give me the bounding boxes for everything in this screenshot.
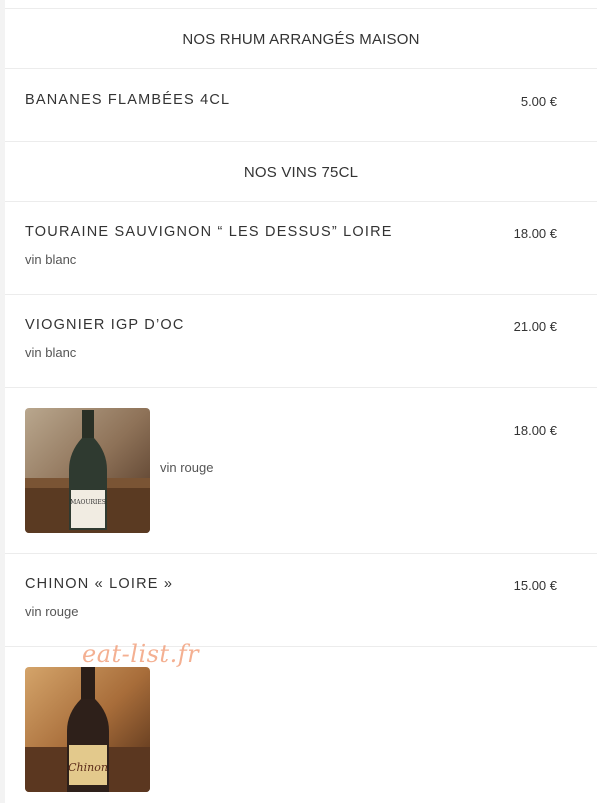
bottle-label-text: MAOURIES: [70, 499, 106, 506]
item-name: CHINON « LOIRE »: [25, 576, 174, 592]
wine-bottle-maouries-icon: MAOURIES: [25, 408, 150, 533]
item-description: vin blanc: [25, 252, 77, 267]
menu-panel: NOS RHUM ARRANGÉS MAISON BANANES FLAMBÉE…: [5, 0, 597, 803]
menu-item-viognier[interactable]: VIOGNIER IGP D’OC vin blanc 21.00 €: [5, 295, 597, 387]
divider: [5, 141, 597, 142]
item-description: vin rouge: [25, 604, 79, 619]
section-title-vins: NOS VINS 75CL: [243, 164, 359, 181]
wine-bottle-chinon-icon: Chinon: [25, 667, 150, 792]
item-description: vin rouge: [160, 460, 214, 475]
item-name: BANANES FLAMBÉES 4CL: [25, 92, 231, 108]
menu-item-chinon[interactable]: Chinon: [5, 647, 597, 803]
section-title-rhum: NOS RHUM ARRANGÉS MAISON: [182, 31, 420, 48]
menu-item-touraine[interactable]: TOURAINE SAUVIGNON “ LES DESSUS” LOIRE v…: [5, 202, 597, 294]
item-description: vin blanc: [25, 345, 77, 360]
wine-bottle-image: Chinon: [25, 667, 150, 792]
item-name: TOURAINE SAUVIGNON “ LES DESSUS” LOIRE: [25, 224, 393, 240]
item-name: VIOGNIER IGP D’OC: [25, 317, 185, 333]
menu-item-freynelle[interactable]: CHINON « LOIRE » vin rouge 15.00 €: [5, 554, 597, 646]
menu-item-bananes[interactable]: BANANES FLAMBÉES 4CL 5.00 €: [5, 69, 597, 141]
divider: [5, 8, 597, 9]
item-price: 18.00 €: [513, 423, 557, 438]
item-price: 15.00 €: [513, 578, 557, 593]
item-price: 18.00 €: [513, 226, 557, 241]
wine-bottle-image: MAOURIES: [25, 408, 150, 533]
bottle-label-text: Chinon: [68, 761, 108, 774]
menu-item-maouries[interactable]: MAOURIES vin rouge 18.00 €: [5, 388, 597, 553]
item-price: 21.00 €: [513, 319, 557, 334]
watermark: eat-list.fr: [82, 640, 200, 668]
item-price: 5.00 €: [520, 94, 557, 109]
